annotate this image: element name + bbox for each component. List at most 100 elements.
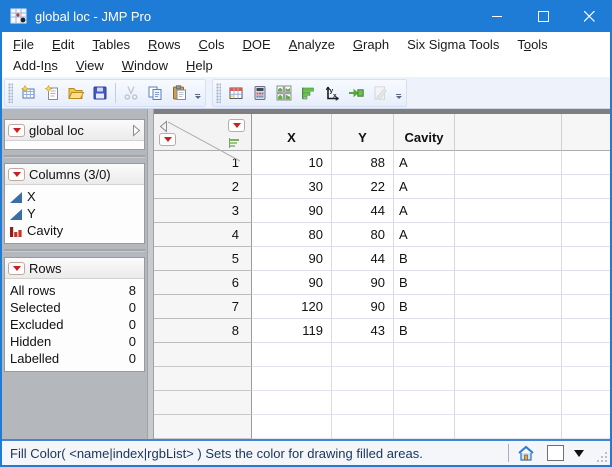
cell-cavity[interactable] xyxy=(394,343,455,367)
cell-x[interactable]: 90 xyxy=(252,247,332,271)
toolbar-grip[interactable] xyxy=(8,83,13,103)
close-button[interactable] xyxy=(566,0,612,32)
row-number[interactable] xyxy=(154,367,252,391)
menu-help[interactable]: Help xyxy=(177,58,222,73)
menu-tools[interactable]: Tools xyxy=(508,37,556,52)
menu-tables[interactable]: Tables xyxy=(83,37,139,52)
column-header-x[interactable]: X xyxy=(252,114,332,151)
column-item-y[interactable]: Y xyxy=(5,205,144,222)
cell-x[interactable]: 90 xyxy=(252,199,332,223)
row-stat-labelled[interactable]: Labelled0 xyxy=(5,350,144,367)
cell-cavity[interactable]: A xyxy=(394,223,455,247)
red-triangle-menu-icon[interactable] xyxy=(8,124,25,137)
row-number[interactable]: 7 xyxy=(154,295,252,319)
row-number[interactable]: 5 xyxy=(154,247,252,271)
cell-y[interactable]: 90 xyxy=(332,271,394,295)
cell-cavity[interactable]: A xyxy=(394,175,455,199)
row-number[interactable]: 3 xyxy=(154,199,252,223)
cell-cavity[interactable]: B xyxy=(394,295,455,319)
cell-cavity[interactable]: B xyxy=(394,271,455,295)
new-journal-icon[interactable] xyxy=(40,81,64,105)
sidebar-splitter[interactable] xyxy=(147,109,154,439)
column-item-cavity[interactable]: Cavity xyxy=(5,222,144,239)
cell-y[interactable] xyxy=(332,391,394,415)
row-stat-excluded[interactable]: Excluded0 xyxy=(5,316,144,333)
home-icon[interactable] xyxy=(517,445,535,462)
save-icon[interactable] xyxy=(88,81,112,105)
collapse-sidebar-icon[interactable] xyxy=(159,120,168,133)
new-data-table-icon[interactable] xyxy=(16,81,40,105)
cell-y[interactable]: 43 xyxy=(332,319,394,343)
window-tiles-icon[interactable] xyxy=(272,81,296,105)
rows-red-triangle-icon[interactable] xyxy=(159,133,176,146)
cell-x[interactable] xyxy=(252,367,332,391)
cell-y[interactable]: 44 xyxy=(332,247,394,271)
panel-splitter[interactable] xyxy=(4,150,145,163)
row-number[interactable]: 4 xyxy=(154,223,252,247)
row-number[interactable] xyxy=(154,415,252,439)
cell-y[interactable] xyxy=(332,367,394,391)
red-triangle-menu-icon[interactable] xyxy=(8,262,25,275)
menu-view[interactable]: View xyxy=(67,58,113,73)
menu-six-sigma-tools[interactable]: Six Sigma Tools xyxy=(398,37,508,52)
cell-y[interactable]: 80 xyxy=(332,223,394,247)
cell-cavity[interactable]: A xyxy=(394,199,455,223)
cell-cavity[interactable]: B xyxy=(394,319,455,343)
color-dropdown-icon[interactable] xyxy=(574,450,584,457)
cell-x[interactable] xyxy=(252,415,332,439)
cell-cavity[interactable]: B xyxy=(394,247,455,271)
cell-cavity[interactable] xyxy=(394,391,455,415)
menu-file[interactable]: File xyxy=(4,37,43,52)
menu-graph[interactable]: Graph xyxy=(344,37,398,52)
menu-add-ins[interactable]: Add-Ins xyxy=(4,58,67,73)
formula-editor-icon[interactable] xyxy=(248,81,272,105)
cell-x[interactable] xyxy=(252,391,332,415)
fit-y-by-x-icon[interactable]: yx xyxy=(320,81,344,105)
red-triangle-menu-icon[interactable] xyxy=(8,168,25,181)
column-header-y[interactable]: Y xyxy=(332,114,394,151)
cell-cavity[interactable] xyxy=(394,367,455,391)
row-stat-hidden[interactable]: Hidden0 xyxy=(5,333,144,350)
cell-y[interactable]: 88 xyxy=(332,151,394,175)
row-stat-all-rows[interactable]: All rows8 xyxy=(5,282,144,299)
menu-window[interactable]: Window xyxy=(113,58,177,73)
column-item-x[interactable]: X xyxy=(5,188,144,205)
cell-x[interactable]: 119 xyxy=(252,319,332,343)
cell-x[interactable]: 80 xyxy=(252,223,332,247)
menu-cols[interactable]: Cols xyxy=(189,37,233,52)
cell-x[interactable] xyxy=(252,343,332,367)
toolbar-overflow-icon[interactable] xyxy=(192,83,203,103)
toolbar-grip[interactable] xyxy=(216,83,221,103)
cell-y[interactable]: 90 xyxy=(332,295,394,319)
row-stat-selected[interactable]: Selected0 xyxy=(5,299,144,316)
column-header-cavity[interactable]: Cavity xyxy=(394,114,455,151)
row-number[interactable] xyxy=(154,343,252,367)
cell-x[interactable]: 90 xyxy=(252,271,332,295)
menu-analyze[interactable]: Analyze xyxy=(280,37,344,52)
menu-rows[interactable]: Rows xyxy=(139,37,190,52)
fill-color-swatch[interactable] xyxy=(547,445,564,461)
data-table-icon[interactable] xyxy=(224,81,248,105)
toolbar-overflow-icon[interactable] xyxy=(393,83,404,103)
panel-splitter[interactable] xyxy=(4,244,145,257)
expand-arrow-icon[interactable] xyxy=(132,124,141,137)
cell-x[interactable]: 120 xyxy=(252,295,332,319)
resize-grip[interactable] xyxy=(596,451,608,463)
cell-x[interactable]: 10 xyxy=(252,151,332,175)
column-list-icon[interactable] xyxy=(229,138,241,148)
cell-cavity[interactable]: A xyxy=(394,151,455,175)
menu-edit[interactable]: Edit xyxy=(43,37,83,52)
graph-builder-icon[interactable] xyxy=(296,81,320,105)
open-icon[interactable] xyxy=(64,81,88,105)
paste-icon[interactable] xyxy=(167,81,191,105)
row-number[interactable] xyxy=(154,391,252,415)
cell-y[interactable] xyxy=(332,343,394,367)
minimize-button[interactable] xyxy=(474,0,520,32)
row-number[interactable]: 8 xyxy=(154,319,252,343)
row-number[interactable]: 6 xyxy=(154,271,252,295)
run-script-icon[interactable] xyxy=(344,81,368,105)
menu-doe[interactable]: DOE xyxy=(233,37,279,52)
cell-y[interactable]: 44 xyxy=(332,199,394,223)
columns-red-triangle-icon[interactable] xyxy=(228,119,245,132)
cell-y[interactable] xyxy=(332,415,394,439)
